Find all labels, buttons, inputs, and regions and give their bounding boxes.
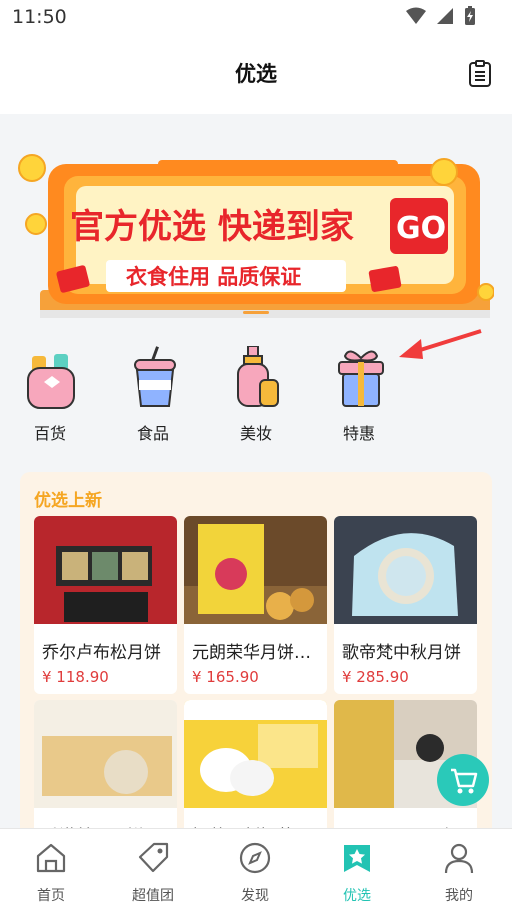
order-list-button[interactable] — [466, 60, 494, 88]
status-icons — [406, 6, 476, 26]
shopping-cart-icon — [451, 768, 478, 794]
product-name: 乔尔卢布松月饼 — [42, 643, 161, 663]
tab-label: 发现 — [241, 888, 269, 904]
page-title: 优选 — [235, 62, 277, 86]
tag-icon — [138, 842, 169, 873]
user-icon — [444, 843, 474, 874]
category-label: 百货 — [33, 424, 66, 443]
tab-discover[interactable]: 发现 — [204, 829, 306, 908]
bottom-tab-bar: 首页 超值团 发现 优选 我的 — [0, 828, 512, 908]
department-store-icon — [27, 354, 75, 409]
category-label: 食品 — [136, 424, 169, 443]
cart-button[interactable] — [437, 754, 489, 806]
new-arrivals-section: 优选上新 乔尔卢布松月饼 ¥ 118.90 元朗荣华月饼礼盒 ¥ 165.90 — [20, 472, 492, 878]
product-image — [334, 516, 477, 624]
banner-main-text: 官方优选 快递到家 — [70, 207, 354, 247]
tab-label: 优选 — [343, 888, 371, 904]
product-card[interactable]: 乔尔卢布松月饼 ¥ 118.90 — [34, 516, 177, 694]
product-card[interactable]: 歌帝梵中秋月饼 ¥ 285.90 — [334, 516, 477, 694]
tab-home[interactable]: 首页 — [0, 829, 102, 908]
title-bar: 优选 — [0, 34, 512, 114]
product-image — [184, 516, 327, 624]
category-item-deals[interactable]: 特惠 — [309, 340, 409, 445]
battery-icon — [465, 6, 475, 25]
tab-selected[interactable]: 优选 — [306, 829, 408, 908]
promo-banner-graphic: 官方优选 快递到家 GO 衣食住用 品质保证 — [18, 154, 495, 318]
category-item-department-store[interactable]: 百货 — [0, 340, 100, 445]
product-price: ¥ 165.90 — [192, 668, 259, 686]
signal-icon — [437, 8, 453, 24]
promo-banner[interactable]: 官方优选 快递到家 GO 衣食住用 品质保证 — [18, 150, 495, 320]
cosmetics-icon — [237, 346, 279, 407]
banner-go-text: GO — [396, 211, 446, 246]
tab-me[interactable]: 我的 — [408, 829, 510, 908]
category-item-food[interactable]: 食品 — [103, 340, 203, 445]
product-card[interactable]: 元朗荣华月饼礼盒 ¥ 165.90 — [184, 516, 327, 694]
product-image — [34, 700, 177, 808]
section-title: 优选上新 — [34, 491, 102, 511]
category-item-cosmetics[interactable]: 美妆 — [206, 340, 306, 445]
wifi-icon — [406, 7, 426, 24]
compass-icon — [239, 842, 271, 874]
product-image — [184, 700, 327, 808]
category-label: 美妆 — [239, 424, 272, 443]
home-icon — [36, 843, 66, 873]
product-image — [34, 516, 177, 624]
status-time: 11:50 — [12, 6, 67, 28]
tab-label: 首页 — [37, 888, 65, 904]
banner-sub-text: 衣食住用 品质保证 — [126, 265, 301, 289]
tab-group-buy[interactable]: 超值团 — [102, 829, 204, 908]
category-grid: 百货 食品 美妆 特惠 — [0, 340, 512, 450]
status-bar: 11:50 — [0, 0, 512, 34]
product-name: 歌帝梵中秋月饼 — [342, 643, 461, 663]
star-bookmark-icon — [344, 845, 370, 872]
gift-box-icon — [338, 350, 384, 407]
tab-label: 我的 — [445, 888, 473, 904]
category-label: 特惠 — [342, 424, 375, 443]
product-name: 元朗荣华月饼礼盒 — [192, 643, 322, 663]
product-price: ¥ 285.90 — [342, 668, 409, 686]
product-price: ¥ 118.90 — [42, 668, 109, 686]
clipboard-list-icon — [469, 60, 491, 87]
drink-cup-icon — [134, 346, 176, 407]
tab-label: 超值团 — [132, 888, 174, 904]
